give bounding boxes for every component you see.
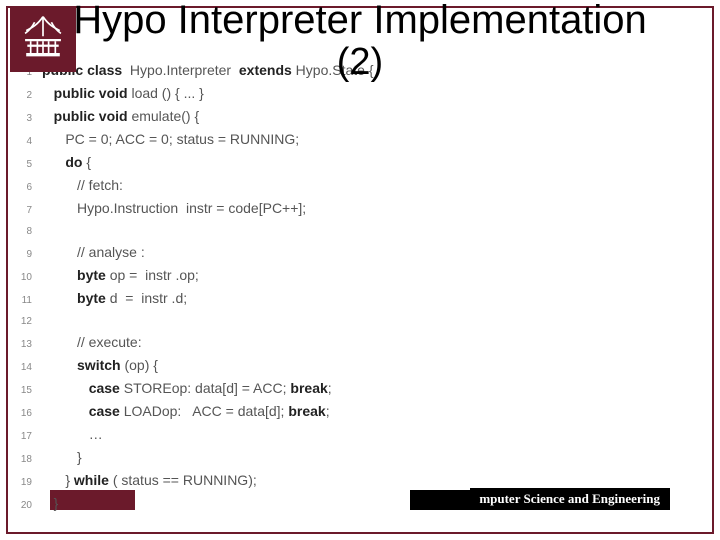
line-number: 2 [10, 85, 42, 106]
line-number: 19 [10, 472, 42, 493]
code-content: } [42, 447, 82, 468]
code-line: 17 … [10, 424, 470, 447]
line-number: 8 [10, 221, 42, 242]
code-content: public void emulate() { [42, 106, 199, 127]
code-line: 4 PC = 0; ACC = 0; status = RUNNING; [10, 129, 470, 152]
code-content: } while ( status == RUNNING); [42, 470, 257, 491]
code-line: 18 } [10, 447, 470, 470]
code-content: … [42, 424, 103, 445]
line-number: 6 [10, 177, 42, 198]
line-number: 10 [10, 267, 42, 288]
university-logo [10, 6, 76, 72]
code-line: 10 byte op = instr .op; [10, 265, 470, 288]
code-line: 2 public void load () { ... } [10, 83, 470, 106]
code-content: // fetch: [42, 175, 123, 196]
code-content: switch (op) { [42, 355, 158, 376]
line-number: 11 [10, 290, 42, 311]
code-line: 13 // execute: [10, 332, 470, 355]
code-line: 6 // fetch: [10, 175, 470, 198]
line-number: 20 [10, 495, 42, 516]
code-content: do { [42, 152, 91, 173]
code-line: 3 public void emulate() { [10, 106, 470, 129]
code-content: case LOADop: ACC = data[d]; break; [42, 401, 330, 422]
code-content: // analyse : [42, 242, 145, 263]
line-number: 18 [10, 449, 42, 470]
code-line: 15 case STOREop: data[d] = ACC; break; [10, 378, 470, 401]
title-line-2: (2) [0, 42, 720, 84]
code-content: PC = 0; ACC = 0; status = RUNNING; [42, 129, 299, 150]
code-content: Hypo.Instruction instr = code[PC++]; [42, 198, 306, 219]
code-content: // execute: [42, 332, 142, 353]
code-content: public void load () { ... } [42, 83, 204, 104]
code-line: 14 switch (op) { [10, 355, 470, 378]
code-line: 9 // analyse : [10, 242, 470, 265]
code-listing: 1public class Hypo.Interpreter extends H… [10, 56, 470, 490]
slide-title: Hypo Interpreter Implementation (2) [0, 0, 720, 84]
line-number: 16 [10, 403, 42, 424]
code-content: byte op = instr .op; [42, 265, 199, 286]
code-line: 5 do { [10, 152, 470, 175]
line-number: 13 [10, 334, 42, 355]
line-number: 4 [10, 131, 42, 152]
line-number: 3 [10, 108, 42, 129]
code-line: 8 [10, 221, 470, 242]
code-content: case STOREop: data[d] = ACC; break; [42, 378, 332, 399]
footer-dept-text: mputer Science and Engineering [479, 491, 660, 507]
code-line: 20 } [10, 493, 470, 516]
line-number: 7 [10, 200, 42, 221]
line-number: 14 [10, 357, 42, 378]
code-line: 16 case LOADop: ACC = data[d]; break; [10, 401, 470, 424]
code-content: } [42, 493, 58, 514]
line-number: 17 [10, 426, 42, 447]
line-number: 9 [10, 244, 42, 265]
line-number: 5 [10, 154, 42, 175]
code-line: 12 [10, 311, 470, 332]
code-line: 11 byte d = instr .d; [10, 288, 470, 311]
line-number: 12 [10, 311, 42, 332]
line-number: 15 [10, 380, 42, 401]
code-line: 19 } while ( status == RUNNING); [10, 470, 470, 493]
title-line-1: Hypo Interpreter Implementation [73, 0, 647, 42]
code-line: 7 Hypo.Instruction instr = code[PC++]; [10, 198, 470, 221]
code-content: byte d = instr .d; [42, 288, 187, 309]
